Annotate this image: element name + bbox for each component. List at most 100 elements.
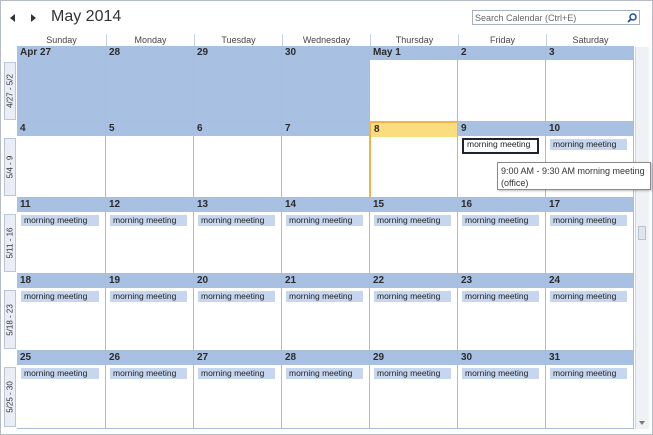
day-cell[interactable]: 29: [194, 46, 282, 122]
calendar-event[interactable]: morning meeting: [374, 368, 451, 379]
calendar-event[interactable]: morning meeting: [198, 215, 275, 226]
day-date-label: 30: [458, 351, 545, 365]
calendar-event[interactable]: morning meeting: [550, 215, 627, 226]
calendar-event[interactable]: morning meeting: [110, 215, 187, 226]
day-date-label: 2: [458, 46, 545, 60]
day-cell[interactable]: 24 morning meeting: [546, 274, 634, 351]
day-cell[interactable]: 18 morning meeting: [17, 274, 106, 351]
day-cell[interactable]: 12 morning meeting: [106, 198, 194, 274]
week-label[interactable]: 4/27 - 5/2: [4, 62, 16, 120]
calendar-event[interactable]: morning meeting: [374, 291, 451, 302]
day-cell[interactable]: May 1: [370, 46, 458, 122]
day-date-label: 3: [546, 46, 633, 60]
calendar-event[interactable]: morning meeting: [374, 215, 451, 226]
day-date-label: Apr 27: [17, 46, 105, 60]
calendar-event[interactable]: morning meeting: [21, 368, 99, 379]
calendar-event[interactable]: morning meeting: [462, 291, 539, 302]
calendar-event[interactable]: morning meeting: [462, 368, 539, 379]
calendar-event[interactable]: morning meeting: [110, 291, 187, 302]
week-label[interactable]: 5/4 - 9: [4, 138, 16, 196]
day-date-label: 10: [546, 122, 633, 136]
day-cell[interactable]: 11 morning meeting: [17, 198, 106, 274]
day-date-label: 28: [282, 351, 369, 365]
scroll-down-arrow-icon[interactable]: [639, 421, 645, 425]
day-header-monday: Monday: [106, 34, 194, 46]
day-cell[interactable]: 30: [282, 46, 370, 122]
day-header-thursday: Thursday: [370, 34, 458, 46]
day-cell[interactable]: 21 morning meeting: [282, 274, 370, 351]
day-cell[interactable]: 26 morning meeting: [106, 351, 194, 429]
day-cell[interactable]: 20 morning meeting: [194, 274, 282, 351]
day-date-label: 28: [106, 46, 193, 60]
day-cell[interactable]: 4: [17, 122, 106, 198]
day-cell[interactable]: 3: [546, 46, 634, 122]
day-header-sunday: Sunday: [46, 35, 77, 45]
day-cell[interactable]: 14 morning meeting: [282, 198, 370, 274]
search-icon[interactable]: [625, 11, 639, 24]
calendar-event[interactable]: morning meeting: [286, 291, 363, 302]
day-cell[interactable]: 25 morning meeting: [17, 351, 106, 429]
day-cell[interactable]: 8: [370, 122, 458, 198]
calendar-event[interactable]: morning meeting: [550, 139, 627, 150]
day-date-label: 9: [458, 122, 545, 136]
day-date-label: 27: [194, 351, 281, 365]
day-date-label: 21: [282, 274, 369, 288]
day-header-row: Sunday Monday Tuesday Wednesday Thursday Frid…: [17, 34, 634, 46]
day-cell[interactable]: 31 morning meeting: [546, 351, 634, 429]
day-header-tuesday: Tuesday: [194, 34, 282, 46]
day-date-label: 5: [106, 122, 193, 136]
day-header-wednesday: Wednesday: [282, 34, 370, 46]
day-cell[interactable]: Apr 27: [17, 46, 106, 122]
day-date-label: May 1: [370, 46, 457, 60]
calendar-event[interactable]: morning meeting: [286, 368, 363, 379]
week-range-text: 5/11 - 16: [5, 227, 15, 259]
day-cell[interactable]: 2: [458, 46, 546, 122]
week-label[interactable]: 5/25 - 30: [4, 367, 16, 427]
day-cell[interactable]: 28 morning meeting: [282, 351, 370, 429]
scrollbar-thumb[interactable]: [638, 226, 646, 240]
week-range-text: 4/27 - 5/2: [5, 74, 15, 108]
day-cell[interactable]: 19 morning meeting: [106, 274, 194, 351]
week-range-text: 5/25 - 30: [5, 381, 15, 413]
day-cell[interactable]: 15 morning meeting: [370, 198, 458, 274]
day-cell[interactable]: 17 morning meeting: [546, 198, 634, 274]
day-date-label: 22: [370, 274, 457, 288]
week-range-text: 5/4 - 9: [5, 155, 15, 179]
vertical-scrollbar[interactable]: [635, 47, 649, 429]
calendar-event[interactable]: morning meeting: [21, 215, 99, 226]
previous-month-button[interactable]: [7, 12, 19, 24]
day-cell[interactable]: 29 morning meeting: [370, 351, 458, 429]
day-date-label: 17: [546, 198, 633, 212]
day-cell[interactable]: 30 morning meeting: [458, 351, 546, 429]
day-date-label: 11: [17, 198, 105, 212]
day-cell[interactable]: 6: [194, 122, 282, 198]
search-input[interactable]: Search Calendar (Ctrl+E): [472, 10, 640, 25]
day-cell[interactable]: 13 morning meeting: [194, 198, 282, 274]
calendar-event[interactable]: morning meeting: [110, 368, 187, 379]
calendar-event[interactable]: morning meeting: [198, 368, 275, 379]
week-range-text: 5/18 - 23: [5, 303, 15, 336]
day-cell[interactable]: 22 morning meeting: [370, 274, 458, 351]
day-date-label: 4: [17, 122, 105, 136]
calendar-event[interactable]: morning meeting: [21, 291, 99, 302]
calendar-event[interactable]: morning meeting: [462, 215, 539, 226]
tooltip-location: (office): [501, 178, 529, 188]
calendar-event[interactable]: morning meeting: [198, 291, 275, 302]
next-month-button[interactable]: [27, 12, 39, 24]
day-cell[interactable]: 16 morning meeting: [458, 198, 546, 274]
day-cell[interactable]: 23 morning meeting: [458, 274, 546, 351]
calendar-event[interactable]: morning meeting: [462, 138, 539, 154]
day-date-label: 12: [106, 198, 193, 212]
calendar-event[interactable]: morning meeting: [550, 368, 627, 379]
day-cell[interactable]: 27 morning meeting: [194, 351, 282, 429]
day-date-label: 29: [194, 46, 281, 60]
day-cell[interactable]: 7: [282, 122, 370, 198]
day-cell[interactable]: 5: [106, 122, 194, 198]
day-date-label: 16: [458, 198, 545, 212]
calendar-event[interactable]: morning meeting: [286, 215, 363, 226]
week-label[interactable]: 5/18 - 23: [4, 290, 16, 349]
search-placeholder: Search Calendar (Ctrl+E): [475, 12, 577, 23]
calendar-event[interactable]: morning meeting: [550, 291, 627, 302]
week-label[interactable]: 5/11 - 16: [4, 214, 16, 272]
day-cell[interactable]: 28: [106, 46, 194, 122]
